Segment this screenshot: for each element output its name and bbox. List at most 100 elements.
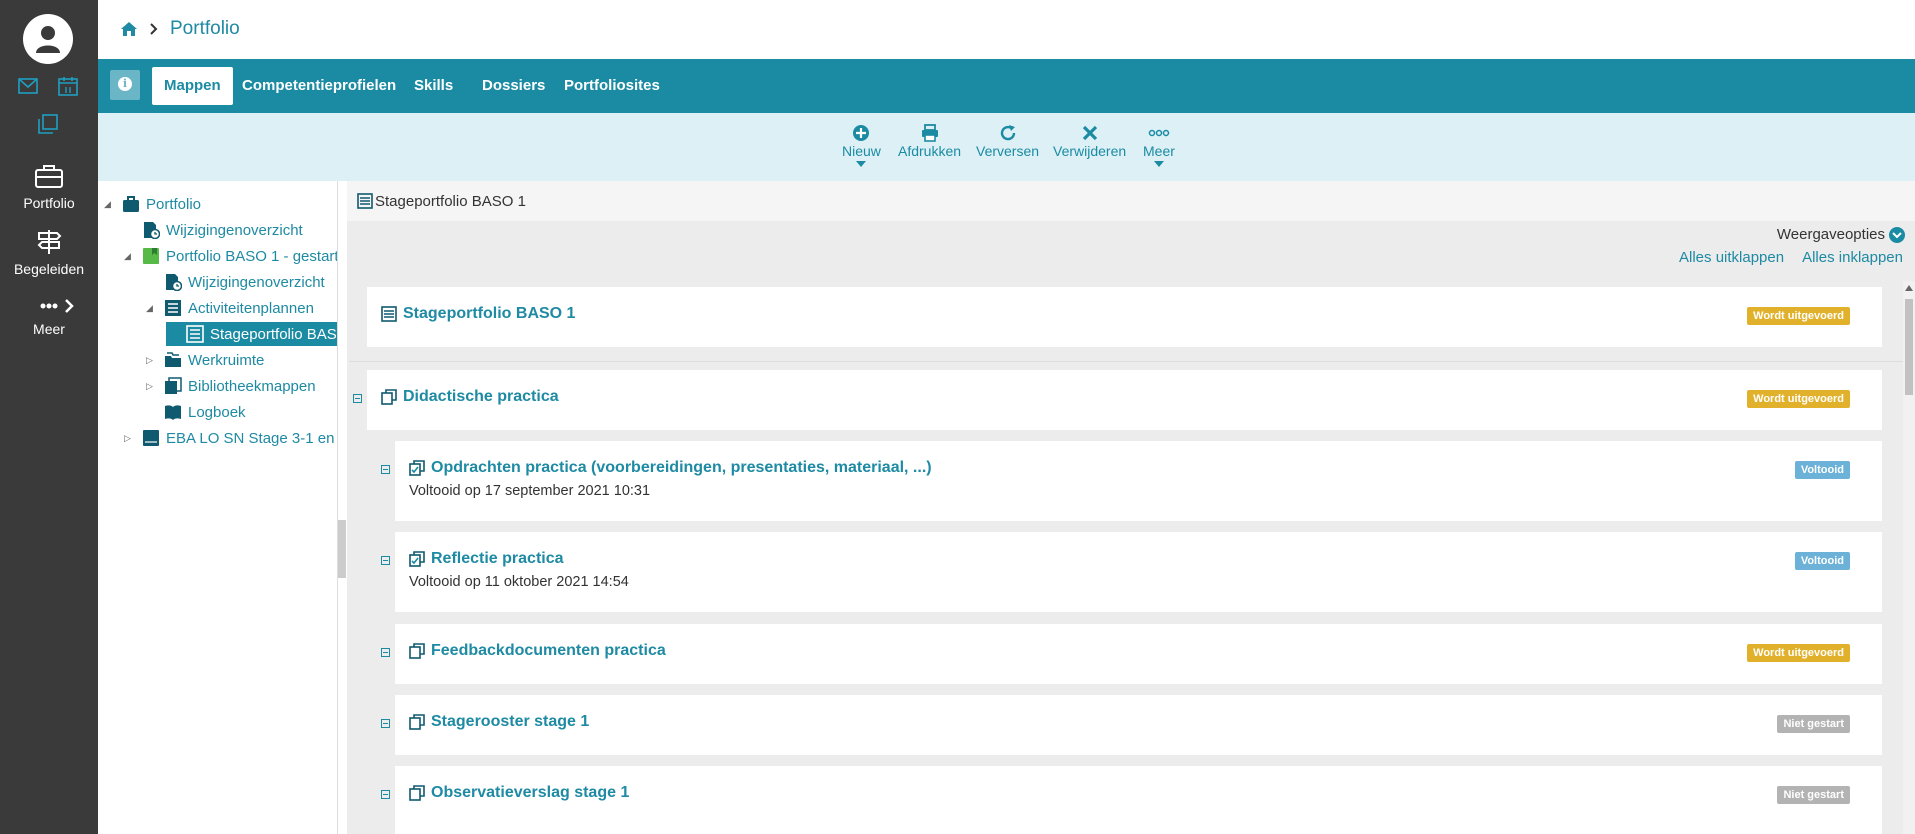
tab-competentieprofielen[interactable]: Competentieprofielen <box>230 67 408 105</box>
tree-divider <box>337 181 338 834</box>
more-button[interactable]: Meer <box>1143 123 1175 167</box>
group-card[interactable]: Didactische practica Wordt uitgevoerd <box>367 370 1882 430</box>
tree-item-label: EBA LO SN Stage 3-1 en 3- <box>166 429 338 447</box>
tree-item-portfolio[interactable]: ◢ Portfolio <box>104 192 201 216</box>
tab-dossiers[interactable]: Dossiers <box>470 67 557 105</box>
expanded-triangle-icon[interactable]: ◢ <box>146 303 153 314</box>
collapse-toggle-icon[interactable] <box>353 394 362 403</box>
scroll-up-icon[interactable] <box>1905 285 1913 291</box>
card-title[interactable]: Stagerooster stage 1 <box>409 713 589 731</box>
activity-card[interactable]: Stagerooster stage 1 Niet gestart <box>395 695 1882 755</box>
library-icon <box>165 377 182 394</box>
avatar[interactable] <box>23 14 73 64</box>
assignment-icon <box>381 389 397 405</box>
document-clock-icon <box>144 222 160 239</box>
scrollbar[interactable] <box>1903 281 1915 834</box>
card-title[interactable]: Observatieverslag stage 1 <box>409 784 629 802</box>
activity-card[interactable]: Feedbackdocumenten practica Wordt uitgev… <box>395 624 1882 684</box>
collapse-toggle-icon[interactable] <box>381 648 390 657</box>
tree-item-wijzigingenoverzicht[interactable]: Wijzigingenoverzicht <box>142 218 303 242</box>
collapse-toggle-icon[interactable] <box>381 556 390 565</box>
expanded-triangle-icon[interactable]: ◢ <box>104 199 111 210</box>
calendar-icon[interactable] <box>58 76 78 96</box>
collapsed-triangle-icon[interactable]: ▷ <box>146 381 153 392</box>
tree-item-label: Portfolio BASO 1 - gestart <box>166 247 338 265</box>
collapse-toggle-icon[interactable] <box>381 790 390 799</box>
expanded-triangle-icon[interactable]: ◢ <box>124 251 131 262</box>
info-button[interactable]: i <box>110 70 140 100</box>
breadcrumb-current[interactable]: Portfolio <box>170 18 240 40</box>
rail-begeleiden[interactable]: Begeleiden <box>0 230 98 277</box>
tab-mappen[interactable]: Mappen <box>152 67 233 105</box>
collapse-toggle-icon[interactable] <box>381 719 390 728</box>
assignment-icon <box>409 643 425 659</box>
tree-item-label: Wijzigingenoverzicht <box>188 273 325 291</box>
tree-item-logboek[interactable]: Logboek <box>164 400 246 424</box>
delete-button[interactable]: Verwijderen <box>1053 123 1126 159</box>
card-title[interactable]: Feedbackdocumenten practica <box>409 642 666 660</box>
tree-item-label: Werkruimte <box>188 351 265 369</box>
new-label: Nieuw <box>842 143 881 159</box>
new-button[interactable]: Nieuw <box>842 123 881 167</box>
card-title[interactable]: Stageportfolio BASO 1 <box>381 305 575 323</box>
chevron-down-icon <box>1889 226 1905 243</box>
tree-item-eba[interactable]: ▷ EBA LO SN Stage 3-1 en 3- <box>124 426 338 450</box>
card-title-text: Opdrachten practica (voorbereidingen, pr… <box>431 459 932 476</box>
content-pane: Stageportfolio BASO 1 Weergaveopties All… <box>347 181 1915 834</box>
status-badge: Niet gestart <box>1777 715 1850 733</box>
tree-item-stageportfolio[interactable]: Stageportfolio BASO 1 <box>166 322 338 346</box>
completion-date: Voltooid op 17 september 2021 10:31 <box>409 483 651 499</box>
tree-item-label: Wijzigingenoverzicht <box>166 221 303 239</box>
caret-down-icon <box>1153 161 1164 167</box>
mail-icon[interactable] <box>18 78 38 94</box>
folder-icon <box>143 430 159 446</box>
topbar: Portfolio <box>98 0 1915 59</box>
card-title[interactable]: Didactische practica <box>381 388 559 406</box>
scrollbar-thumb[interactable] <box>1905 299 1913 395</box>
activity-card[interactable]: Observatieverslag stage 1 Niet gestart <box>395 766 1882 834</box>
pane-splitter[interactable] <box>338 520 346 578</box>
tab-portfoliosites[interactable]: Portfoliosites <box>552 67 672 105</box>
plus-circle-icon <box>853 125 870 141</box>
card-title[interactable]: Opdrachten practica (voorbereidingen, pr… <box>409 459 932 477</box>
rail-meer[interactable]: Meer <box>0 298 98 337</box>
rail-portfolio[interactable]: Portfolio <box>0 164 98 211</box>
view-options[interactable]: Weergaveopties <box>1777 226 1905 243</box>
collapse-toggle-icon[interactable] <box>381 465 390 474</box>
content-header: Stageportfolio BASO 1 <box>347 181 1915 221</box>
expand-all-link[interactable]: Alles uitklappen <box>1679 249 1784 266</box>
plan-card[interactable]: Stageportfolio BASO 1 Wordt uitgevoerd <box>367 287 1882 347</box>
tree-item-label: Activiteitenplannen <box>188 299 314 317</box>
activity-card[interactable]: Opdrachten practica (voorbereidingen, pr… <box>395 441 1882 521</box>
expand-collapse-links: Alles uitklappen Alles inklappen <box>1679 249 1903 266</box>
checklist-icon <box>165 300 181 316</box>
tree-item-portfolio-baso[interactable]: ◢ Portfolio BASO 1 - gestart <box>124 244 338 268</box>
card-title[interactable]: Reflectie practica <box>409 550 564 568</box>
view-options-label: Weergaveopties <box>1776 226 1885 243</box>
copy-icon[interactable] <box>38 114 58 134</box>
tree-item-activiteitenplannen[interactable]: ◢ Activiteitenplannen <box>146 296 314 320</box>
checklist-icon <box>381 306 397 322</box>
signpost-icon <box>37 230 62 254</box>
tree-item-label: Bibliotheekmappen <box>188 377 316 395</box>
activity-card[interactable]: Reflectie practica Voltooid op 11 oktobe… <box>395 532 1882 612</box>
tab-skills[interactable]: Skills <box>402 67 465 105</box>
collapsed-triangle-icon[interactable]: ▷ <box>124 433 131 444</box>
print-button[interactable]: Afdrukken <box>898 123 961 159</box>
home-icon[interactable] <box>120 21 138 37</box>
collapse-all-link[interactable]: Alles inklappen <box>1802 249 1903 266</box>
tree-item-label: Logboek <box>188 403 246 421</box>
delete-label: Verwijderen <box>1053 143 1127 159</box>
collapsed-triangle-icon[interactable]: ▷ <box>146 355 153 366</box>
tree-item-wijzigingenoverzicht-2[interactable]: Wijzigingenoverzicht <box>164 270 325 294</box>
card-title-text: Stagerooster stage 1 <box>431 713 590 730</box>
status-badge: Voltooid <box>1794 461 1850 479</box>
folders-icon <box>165 352 181 367</box>
tree-item-werkruimte[interactable]: ▷ Werkruimte <box>146 348 264 372</box>
completion-date: Voltooid op 11 oktober 2021 14:54 <box>409 574 629 590</box>
status-badge: Niet gestart <box>1777 786 1850 804</box>
status-badge: Voltooid <box>1794 552 1850 570</box>
refresh-button[interactable]: Verversen <box>976 123 1039 159</box>
tree-item-bibliotheekmappen[interactable]: ▷ Bibliotheekmappen <box>146 374 316 398</box>
assignment-check-icon <box>409 460 425 476</box>
